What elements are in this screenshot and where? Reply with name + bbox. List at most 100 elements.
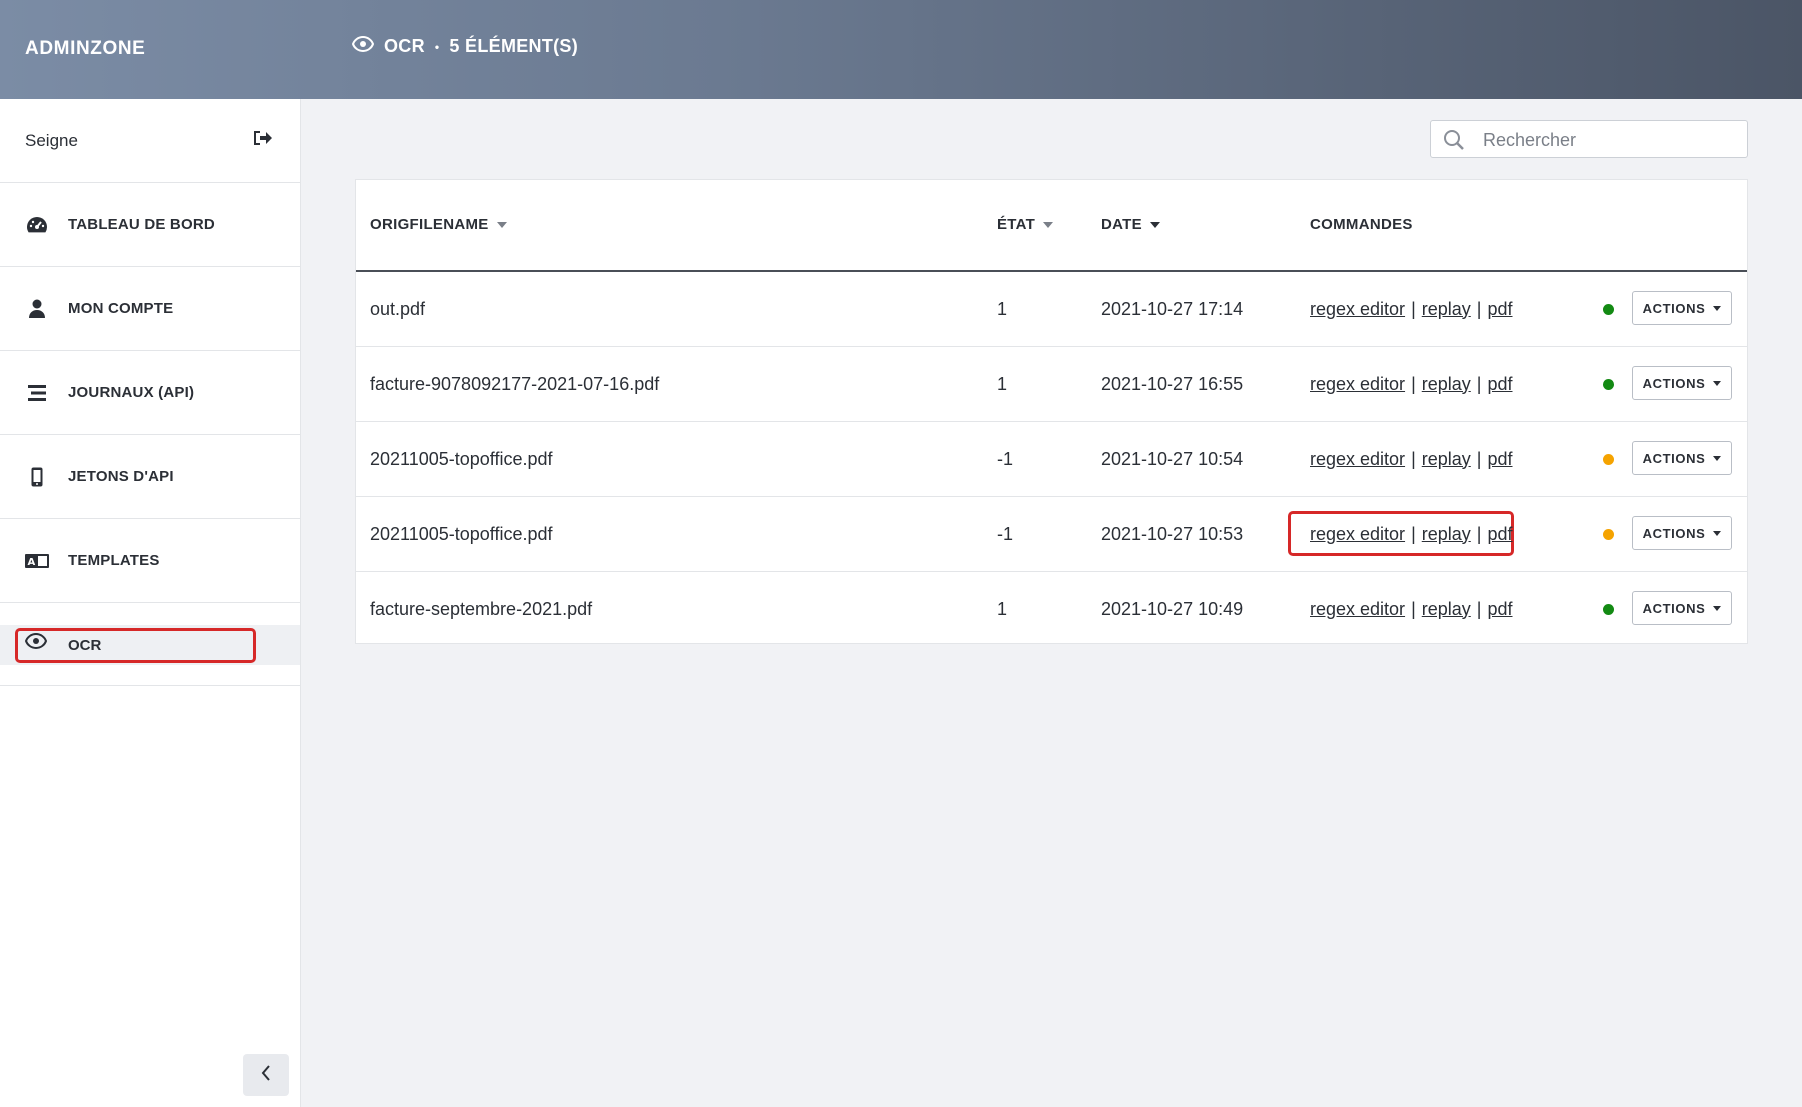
regex-editor-link[interactable]: regex editor xyxy=(1310,524,1405,545)
breadcrumb-separator: • xyxy=(434,39,440,54)
breadcrumb-section: OCR xyxy=(384,36,425,56)
top-header: ADMINZONE OCR • 5 ÉLÉMENT(S) xyxy=(0,0,1802,99)
sidebar-item-label: JETONS D'API xyxy=(68,468,174,485)
cell-filename: facture-9078092177-2021-07-16.pdf xyxy=(370,373,660,394)
cell-state: 1 xyxy=(997,298,1008,319)
table-header: ORIGFILENAME ÉTAT DATE COMMANDES xyxy=(356,180,1747,272)
actions-dropdown-button[interactable]: ACTIONS xyxy=(1632,366,1732,400)
cell-date: 2021-10-27 10:53 xyxy=(1101,523,1244,544)
breadcrumb: OCR • 5 ÉLÉMENT(S) xyxy=(351,35,579,57)
sidebar: Seigne TABLEAU DE BORD MON COMPTE JOURNA… xyxy=(0,99,301,1107)
table-row: 20211005-topoffice.pdf -1 2021-10-27 10:… xyxy=(356,497,1747,572)
user-row: Seigne xyxy=(0,99,300,183)
app-brand[interactable]: ADMINZONE xyxy=(25,38,145,60)
replay-link[interactable]: replay xyxy=(1422,599,1471,620)
caret-down-icon xyxy=(1713,305,1722,311)
link-separator: | xyxy=(1476,448,1482,469)
status-dot xyxy=(1603,454,1614,465)
caret-down-icon xyxy=(1713,455,1722,461)
regex-editor-link[interactable]: regex editor xyxy=(1310,374,1405,395)
collapse-sidebar-button[interactable] xyxy=(243,1054,289,1096)
link-separator: | xyxy=(1411,523,1416,544)
item-count: 5 ÉLÉMENT(S) xyxy=(449,36,579,56)
regex-editor-link[interactable]: regex editor xyxy=(1310,299,1405,320)
cell-filename: 20211005-topoffice.pdf xyxy=(370,448,553,469)
mobile-icon xyxy=(25,465,49,489)
search-input[interactable] xyxy=(1481,121,1745,159)
link-separator: | xyxy=(1411,448,1416,469)
status-dot xyxy=(1603,379,1614,390)
table-row: facture-septembre-2021.pdf 1 2021-10-27 … xyxy=(356,572,1747,646)
sidebar-item-templates[interactable]: A TEMPLATES xyxy=(0,519,300,603)
actions-label: ACTIONS xyxy=(1642,300,1706,316)
pdf-link[interactable]: pdf xyxy=(1487,374,1512,395)
link-separator: | xyxy=(1476,523,1482,544)
search-icon xyxy=(1443,129,1465,156)
pdf-link[interactable]: pdf xyxy=(1487,599,1512,620)
cell-commands: regex editor | replay | pdf xyxy=(1310,497,1513,571)
sort-caret-icon xyxy=(1149,221,1160,228)
sidebar-item-label: TEMPLATES xyxy=(68,552,160,569)
cell-date: 2021-10-27 10:49 xyxy=(1101,598,1244,619)
actions-label: ACTIONS xyxy=(1642,525,1706,541)
actions-dropdown-button[interactable]: ACTIONS xyxy=(1632,591,1732,625)
replay-link[interactable]: replay xyxy=(1422,524,1471,545)
column-state[interactable]: ÉTAT xyxy=(997,216,1054,233)
status-dot xyxy=(1603,304,1614,315)
sort-caret-icon xyxy=(496,221,507,228)
column-label: ÉTAT xyxy=(997,216,1036,233)
column-commands: COMMANDES xyxy=(1310,216,1413,233)
user-name: Seigne xyxy=(25,131,78,150)
cell-commands: regex editor | replay | pdf xyxy=(1310,272,1513,346)
cell-commands: regex editor | replay | pdf xyxy=(1310,422,1513,496)
actions-dropdown-button[interactable]: ACTIONS xyxy=(1632,441,1732,475)
cell-commands: regex editor | replay | pdf xyxy=(1310,347,1513,421)
eye-icon xyxy=(24,632,48,654)
cell-date: 2021-10-27 17:14 xyxy=(1101,298,1244,319)
actions-label: ACTIONS xyxy=(1642,450,1706,466)
table-row: out.pdf 1 2021-10-27 17:14 regex editor … xyxy=(356,272,1747,347)
regex-editor-link[interactable]: regex editor xyxy=(1310,599,1405,620)
column-date[interactable]: DATE xyxy=(1101,216,1160,233)
caret-down-icon xyxy=(1713,530,1722,536)
column-label: COMMANDES xyxy=(1310,216,1413,233)
sidebar-item-label: MON COMPTE xyxy=(68,300,174,317)
sidebar-item-logs[interactable]: JOURNAUX (API) xyxy=(0,351,300,435)
pdf-link[interactable]: pdf xyxy=(1487,299,1512,320)
sidebar-item-api-tokens[interactable]: JETONS D'API xyxy=(0,435,300,519)
list-icon xyxy=(25,381,49,405)
link-separator: | xyxy=(1411,298,1416,319)
sidebar-item-label: TABLEAU DE BORD xyxy=(68,216,215,233)
regex-editor-link[interactable]: regex editor xyxy=(1310,449,1405,470)
cell-state: 1 xyxy=(997,373,1008,394)
column-label: DATE xyxy=(1101,216,1142,233)
actions-dropdown-button[interactable]: ACTIONS xyxy=(1632,516,1732,550)
pdf-link[interactable]: pdf xyxy=(1487,524,1512,545)
ocr-table: ORIGFILENAME ÉTAT DATE COMMANDES out.pdf… xyxy=(355,179,1748,644)
link-separator: | xyxy=(1411,598,1416,619)
cell-filename: 20211005-topoffice.pdf xyxy=(370,523,553,544)
replay-link[interactable]: replay xyxy=(1422,374,1471,395)
sidebar-item-ocr[interactable]: OCR xyxy=(0,625,300,665)
search-box xyxy=(1430,120,1748,159)
cell-date: 2021-10-27 10:54 xyxy=(1101,448,1244,469)
column-origfilename[interactable]: ORIGFILENAME xyxy=(370,216,507,233)
link-separator: | xyxy=(1411,373,1416,394)
sidebar-item-ocr-wrapper: OCR xyxy=(0,603,300,686)
replay-link[interactable]: replay xyxy=(1422,299,1471,320)
caret-down-icon xyxy=(1713,605,1722,611)
cell-state: -1 xyxy=(997,448,1014,469)
sidebar-item-account[interactable]: MON COMPTE xyxy=(0,267,300,351)
svg-text:A: A xyxy=(28,557,36,568)
pdf-link[interactable]: pdf xyxy=(1487,449,1512,470)
cell-state: 1 xyxy=(997,598,1008,619)
chevron-left-icon xyxy=(261,1064,271,1086)
cell-state: -1 xyxy=(997,523,1014,544)
actions-dropdown-button[interactable]: ACTIONS xyxy=(1632,291,1732,325)
replay-link[interactable]: replay xyxy=(1422,449,1471,470)
translate-icon: A xyxy=(25,549,49,573)
sort-caret-icon xyxy=(1043,221,1054,228)
sidebar-item-dashboard[interactable]: TABLEAU DE BORD xyxy=(0,183,300,267)
logout-icon[interactable] xyxy=(252,129,272,152)
eye-icon xyxy=(351,35,375,57)
